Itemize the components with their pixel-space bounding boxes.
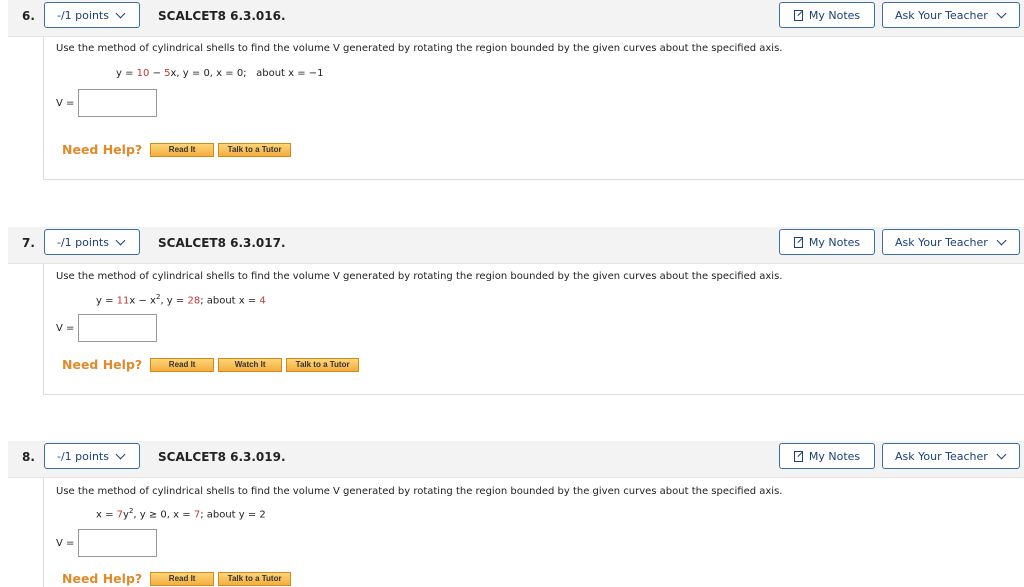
points-label: -/1 points: [57, 8, 109, 22]
ask-teacher-button[interactable]: Ask Your Teacher: [882, 229, 1020, 255]
chevron-down-icon: [996, 8, 1007, 19]
answer-input[interactable]: [78, 89, 158, 117]
need-help-label: Need Help?: [62, 357, 143, 372]
my-notes-button[interactable]: My Notes: [779, 229, 875, 255]
question-prompt: Use the method of cylindrical shells to …: [56, 43, 783, 54]
question-number: 8.: [22, 450, 35, 464]
answer-label: V =: [56, 322, 75, 334]
question-7: 7. -/1 points SCALCET8 6.3.017. My Notes…: [0, 227, 1024, 395]
talk-to-tutor-button[interactable]: Talk to a Tutor: [286, 357, 360, 372]
answer-row: V =: [56, 529, 158, 557]
note-icon: [793, 236, 803, 248]
ask-teacher-label: Ask Your Teacher: [895, 449, 988, 463]
question-equation: y = 10 − 5x, y = 0, x = 0; about x = −1: [116, 68, 324, 79]
watch-it-button[interactable]: Watch It: [218, 357, 283, 372]
question-body: Use the method of cylindrical shells to …: [43, 264, 1024, 395]
ask-teacher-button[interactable]: Ask Your Teacher: [882, 2, 1020, 28]
question-prompt: Use the method of cylindrical shells to …: [56, 486, 783, 497]
answer-row: V =: [56, 89, 158, 117]
question-equation: y = 11x − x2, y = 28; about x = 4: [96, 293, 266, 307]
note-icon: [793, 450, 803, 462]
read-it-button[interactable]: Read It: [150, 571, 215, 586]
my-notes-button[interactable]: My Notes: [779, 443, 875, 469]
note-icon: [793, 9, 803, 21]
points-label: -/1 points: [57, 449, 109, 463]
talk-to-tutor-button[interactable]: Talk to a Tutor: [218, 571, 292, 586]
answer-label: V =: [56, 97, 75, 109]
question-header: 6. -/1 points SCALCET8 6.3.016. My Notes…: [8, 0, 1024, 37]
question-header: 7. -/1 points SCALCET8 6.3.017. My Notes…: [8, 227, 1024, 264]
question-6: 6. -/1 points SCALCET8 6.3.016. My Notes…: [0, 0, 1024, 180]
question-id: SCALCET8 6.3.016.: [158, 9, 286, 23]
chevron-down-icon: [115, 449, 126, 460]
chevron-down-icon: [996, 449, 1007, 460]
chevron-down-icon: [115, 235, 126, 246]
chevron-down-icon: [115, 8, 126, 19]
question-8: 8. -/1 points SCALCET8 6.3.019. My Notes…: [0, 441, 1024, 587]
talk-to-tutor-button[interactable]: Talk to a Tutor: [218, 142, 292, 157]
answer-row: V =: [56, 314, 158, 342]
points-dropdown[interactable]: -/1 points: [44, 443, 140, 469]
need-help-row: Need Help? Read It Talk to a Tutor: [62, 142, 295, 157]
question-body: Use the method of cylindrical shells to …: [43, 478, 1024, 587]
answer-label: V =: [56, 537, 75, 549]
question-id: SCALCET8 6.3.019.: [158, 450, 286, 464]
answer-input[interactable]: [78, 314, 158, 342]
question-body: Use the method of cylindrical shells to …: [43, 37, 1024, 180]
question-number: 6.: [22, 9, 35, 23]
my-notes-label: My Notes: [808, 449, 861, 463]
question-number: 7.: [22, 236, 35, 250]
question-header: 8. -/1 points SCALCET8 6.3.019. My Notes…: [8, 441, 1024, 478]
points-dropdown[interactable]: -/1 points: [44, 229, 140, 255]
ask-teacher-label: Ask Your Teacher: [895, 8, 988, 22]
need-help-row: Need Help? Read It Watch It Talk to a Tu…: [62, 357, 363, 372]
my-notes-label: My Notes: [808, 8, 861, 22]
answer-input[interactable]: [78, 529, 158, 557]
need-help-label: Need Help?: [62, 571, 143, 586]
need-help-row: Need Help? Read It Talk to a Tutor: [62, 571, 295, 586]
question-equation: x = 7y2, y ≥ 0, x = 7; about y = 2: [96, 507, 266, 521]
my-notes-label: My Notes: [808, 235, 861, 249]
need-help-label: Need Help?: [62, 142, 143, 157]
points-label: -/1 points: [57, 235, 109, 249]
read-it-button[interactable]: Read It: [150, 357, 215, 372]
question-id: SCALCET8 6.3.017.: [158, 236, 286, 250]
ask-teacher-button[interactable]: Ask Your Teacher: [882, 443, 1020, 469]
question-prompt: Use the method of cylindrical shells to …: [56, 271, 783, 282]
ask-teacher-label: Ask Your Teacher: [895, 235, 988, 249]
points-dropdown[interactable]: -/1 points: [44, 2, 140, 28]
my-notes-button[interactable]: My Notes: [779, 2, 875, 28]
read-it-button[interactable]: Read It: [150, 142, 215, 157]
chevron-down-icon: [996, 235, 1007, 246]
